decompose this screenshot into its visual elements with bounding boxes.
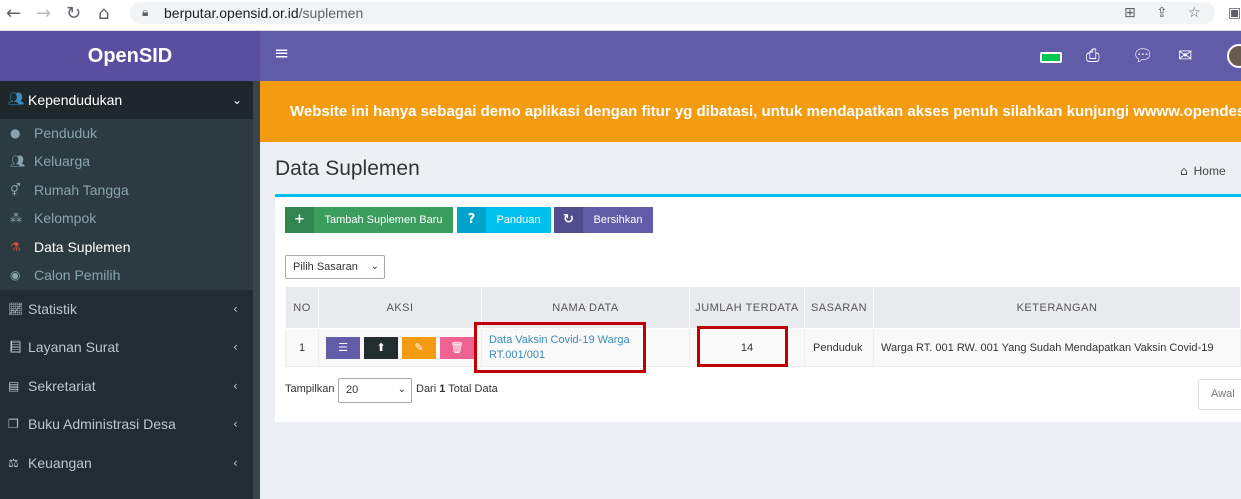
sidebar-item-data-suplemen[interactable]: ⚗ Data Suplemen (0, 233, 253, 261)
menu-toggle-icon[interactable]: ≡ (274, 43, 289, 64)
chevron-left-icon: ‹ (233, 379, 238, 393)
venus-mars-icon: ⚥ (10, 183, 21, 197)
submenu-kependudukan: ● Penduduk 👥︎ Keluarga ⚥ Rumah Tangga ⁂ … (0, 119, 253, 290)
sidebar-item-keuangan[interactable]: ⚖ Keuangan ‹ (0, 444, 253, 482)
family-icon: 👥︎ (10, 154, 26, 168)
pagination-first-button[interactable]: Awal (1198, 379, 1241, 410)
trash-icon[interactable]: 🗑︎ (440, 336, 474, 359)
top-navbar: ≡ ⎙ 💬︎ ✉ (260, 31, 1241, 81)
chevron-down-icon: ⌄ (370, 261, 379, 272)
guide-button[interactable]: ? Panduan (457, 207, 551, 233)
sidebar-section-kependudukan[interactable]: 👥︎ Kependudukan ⌄ (0, 81, 253, 119)
balance-scale-icon: ⚖ (8, 456, 19, 470)
sidebar-scrollbar[interactable] (253, 81, 260, 499)
sidebar-item-kelompok[interactable]: ⁂ Kelompok (0, 204, 253, 232)
avatar[interactable] (1227, 44, 1241, 68)
page-size-select[interactable]: 20 ⌄ (338, 378, 412, 403)
sidebar-item-layanan-surat[interactable]: 📘︎ Layanan Surat ‹ (0, 328, 253, 366)
col-header-keterangan[interactable]: KETERANGAN (873, 286, 1241, 329)
breadcrumb[interactable]: ⌂ Home (1180, 164, 1226, 178)
comment-icon[interactable]: 💬︎ (1132, 46, 1154, 66)
book-icon: 📘︎ (8, 340, 24, 354)
sitemap-icon: ⁂ (10, 211, 22, 225)
cell-no: 1 (285, 328, 319, 367)
sidebar-item-sekretariat[interactable]: ▤ Sekretariat ‹ (0, 367, 253, 405)
highlight-nama-data (474, 322, 646, 373)
battery-icon[interactable] (1040, 52, 1062, 63)
chevron-left-icon: ‹ (233, 456, 238, 470)
cell-sasaran: Penduduk (804, 328, 874, 367)
refresh-icon: ↻ (554, 207, 583, 233)
chevron-down-icon: ⌄ (397, 384, 406, 395)
reload-icon[interactable]: ↻ (66, 3, 81, 24)
sidebar-item-calon-pemilih[interactable]: ◉ Calon Pemilih (0, 261, 253, 289)
print-icon[interactable]: ⎙ (1086, 46, 1100, 66)
podcast-icon: ◉ (10, 268, 21, 282)
translate-icon[interactable]: ⊞ (1124, 5, 1136, 21)
demo-alert-banner: Website ini hanya sebagai demo aplikasi … (260, 81, 1241, 142)
extension-icon[interactable]: ▣ (1228, 5, 1241, 21)
sidebar-item-penduduk[interactable]: ● Penduduk (0, 119, 253, 147)
col-header-jumlah-terdata[interactable]: JUMLAH TERDATA (689, 286, 805, 329)
edit-icon[interactable]: ✎ (402, 336, 436, 359)
cell-aksi: ☰ ⬆ ✎ 🗑︎ (318, 328, 482, 367)
archive-icon: ▤ (8, 379, 20, 393)
sasaran-select[interactable]: Pilih Sasaran ⌄ (285, 255, 385, 279)
clear-button[interactable]: ↻ Bersihkan (554, 207, 653, 233)
col-header-no[interactable]: NO (285, 286, 319, 329)
chevron-left-icon: ‹ (233, 302, 238, 316)
url-text: berputar.opensid.or.id/suplemen (164, 5, 364, 21)
chevron-left-icon: ‹ (233, 340, 238, 354)
chevron-left-icon: ‹ (233, 417, 238, 431)
cell-keterangan: Warga RT. 001 RW. 001 Yang Sudah Mendapa… (873, 328, 1241, 367)
add-suplemen-button[interactable]: + Tambah Suplemen Baru (285, 207, 453, 233)
share-icon[interactable]: ⇪ (1156, 5, 1168, 21)
copy-icon: ❐ (8, 417, 19, 431)
sidebar-item-buku-administrasi-desa[interactable]: ❐ Buku Administrasi Desa ‹ (0, 405, 253, 443)
line-chart-icon: 📈︎ (8, 302, 24, 316)
bookmark-star-icon[interactable]: ☆ (1188, 5, 1201, 21)
flask-icon: ⚗ (10, 240, 21, 254)
users-icon: 👥︎ (8, 92, 25, 107)
highlight-jumlah-terdata (697, 326, 788, 367)
page-size-label: Tampilkan (285, 383, 335, 395)
mail-icon[interactable]: ✉ (1178, 46, 1192, 66)
table-header-row: NO AKSI NAMA DATA JUMLAH TERDATA SASARAN… (285, 286, 1241, 329)
app-logo[interactable]: OpenSID (0, 31, 260, 81)
question-circle-icon: ? (457, 207, 486, 233)
forward-icon[interactable]: → (36, 3, 51, 24)
total-data-summary: Dari 1 Total Data (416, 383, 498, 395)
upload-icon[interactable]: ⬆ (364, 336, 398, 359)
plus-icon: + (285, 207, 314, 233)
lock-icon: 🔒︎ (142, 5, 149, 19)
details-list-icon[interactable]: ☰ (326, 336, 360, 359)
col-header-sasaran[interactable]: SASARAN (804, 286, 874, 329)
sidebar-item-statistik[interactable]: 📈︎ Statistik ‹ (0, 290, 253, 328)
home-icon[interactable]: ⌂ (98, 3, 109, 24)
user-icon: ● (10, 126, 21, 140)
chevron-down-icon: ⌄ (232, 93, 243, 107)
col-header-aksi: AKSI (318, 286, 482, 329)
sidebar-item-rumah-tangga[interactable]: ⚥ Rumah Tangga (0, 176, 253, 204)
browser-toolbar: ← → ↻ ⌂ 🔒︎ berputar.opensid.or.id/suplem… (0, 0, 1241, 31)
sidebar: 👥︎ Kependudukan ⌄ ● Penduduk 👥︎ Keluarga… (0, 81, 260, 499)
back-icon[interactable]: ← (6, 3, 21, 24)
address-bar[interactable]: 🔒︎ berputar.opensid.or.id/suplemen (130, 2, 1215, 24)
sidebar-item-keluarga[interactable]: 👥︎ Keluarga (0, 147, 253, 175)
home-icon: ⌂ (1180, 164, 1188, 178)
page-title: Data Suplemen (275, 157, 420, 180)
